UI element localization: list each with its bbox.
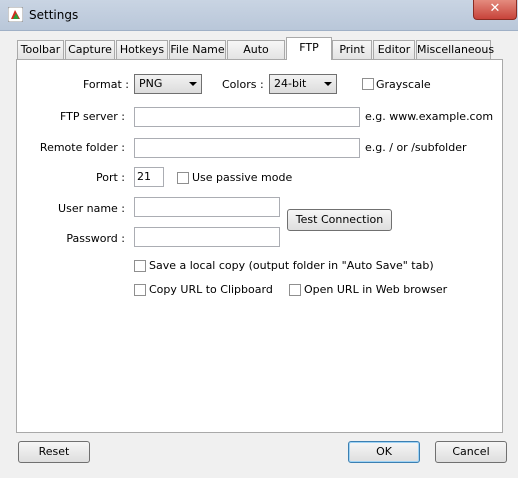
- tab-hotkeys[interactable]: Hotkeys: [116, 40, 168, 59]
- user-name-input[interactable]: [134, 197, 280, 217]
- format-label: Format :: [83, 78, 129, 91]
- settings-window: Settings ✕ Toolbar Capture Hotkeys File …: [0, 0, 518, 478]
- remote-folder-input[interactable]: [134, 138, 360, 158]
- save-local-copy-label[interactable]: Save a local copy (output folder in "Aut…: [149, 259, 434, 272]
- app-icon: [8, 7, 23, 22]
- port-input[interactable]: 21: [134, 167, 164, 187]
- colors-select[interactable]: 24-bit: [269, 74, 337, 94]
- colors-label: Colors :: [222, 78, 264, 91]
- tab-print[interactable]: Print: [332, 40, 372, 59]
- close-button[interactable]: ✕: [473, 0, 517, 20]
- ftp-server-hint: e.g. www.example.com: [365, 110, 494, 123]
- port-label: Port :: [95, 171, 125, 184]
- tab-file-name[interactable]: File Name: [169, 40, 226, 59]
- tab-ftp[interactable]: FTP: [286, 37, 332, 60]
- colors-select-value: 24-bit: [274, 77, 307, 90]
- ftp-server-input[interactable]: [134, 107, 360, 127]
- chevron-down-icon: [324, 82, 332, 86]
- ftp-server-label: FTP server :: [59, 110, 125, 123]
- open-url-checkbox[interactable]: [289, 284, 301, 296]
- title-bar[interactable]: Settings ✕: [0, 0, 518, 31]
- passive-mode-label[interactable]: Use passive mode: [192, 171, 292, 184]
- format-select-value: PNG: [139, 77, 163, 90]
- cancel-button[interactable]: Cancel: [435, 441, 507, 463]
- tab-auto-save[interactable]: Auto Save: [227, 40, 285, 74]
- copy-url-checkbox[interactable]: [134, 284, 146, 296]
- window-title: Settings: [29, 8, 79, 22]
- user-name-label: User name :: [58, 202, 125, 215]
- remote-folder-hint: e.g. / or /subfolder: [365, 141, 467, 154]
- password-label: Password :: [66, 232, 125, 245]
- test-connection-button[interactable]: Test Connection: [287, 209, 392, 231]
- tab-miscellaneous[interactable]: Miscellaneous: [416, 40, 494, 59]
- reset-button[interactable]: Reset: [18, 441, 90, 463]
- remote-folder-label: Remote folder :: [39, 141, 125, 154]
- open-url-label[interactable]: Open URL in Web browser: [304, 283, 447, 296]
- ok-button[interactable]: OK: [348, 441, 420, 463]
- chevron-down-icon: [189, 82, 197, 86]
- tab-editor[interactable]: Editor: [373, 40, 415, 59]
- grayscale-label[interactable]: Grayscale: [376, 78, 431, 91]
- password-input[interactable]: [134, 227, 280, 247]
- tab-capture[interactable]: Capture: [65, 40, 115, 59]
- format-select[interactable]: PNG: [134, 74, 202, 94]
- passive-mode-checkbox[interactable]: [177, 172, 189, 184]
- save-local-copy-checkbox[interactable]: [134, 260, 146, 272]
- copy-url-label[interactable]: Copy URL to Clipboard: [149, 283, 273, 296]
- tab-toolbar[interactable]: Toolbar: [17, 40, 64, 59]
- grayscale-checkbox[interactable]: [362, 78, 374, 90]
